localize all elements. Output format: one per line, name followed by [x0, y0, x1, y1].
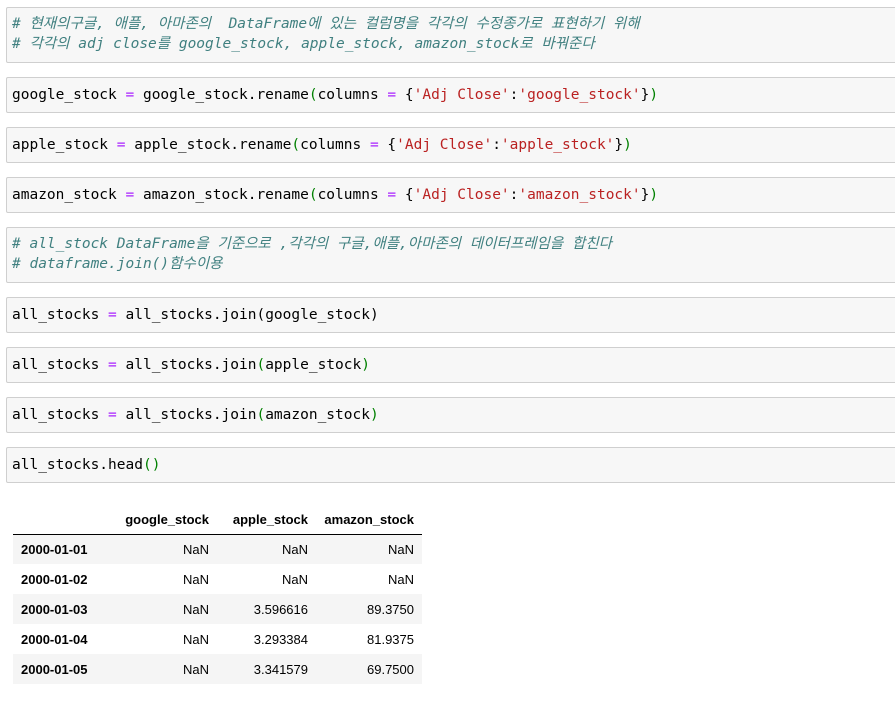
code-call: all_stocks.join — [125, 407, 257, 423]
code-brace: { — [404, 87, 414, 103]
code-operator: = — [108, 407, 117, 423]
table-cell: 3.596616 — [253, 601, 308, 617]
code-call: amazon_stock.rename — [142, 187, 309, 203]
code-argument: amazon_stock — [265, 407, 370, 423]
code-variable: google_stock — [12, 87, 117, 103]
code-brace: { — [387, 137, 397, 153]
code-operator: = — [387, 87, 397, 103]
table-header-row: google_stock apple_stock amazon_stock — [13, 504, 422, 535]
table-cell: NaN — [182, 541, 209, 557]
code-brace: { — [404, 187, 414, 203]
code-operator: = — [387, 187, 397, 203]
table-cell: NaN — [281, 571, 308, 587]
code-cell-join-amazon[interactable]: all_stocks = all_stocks.join(amazon_stoc… — [6, 397, 895, 433]
code-paren: ( — [142, 457, 152, 473]
code-paren: ) — [649, 87, 659, 103]
code-paren: ) — [151, 457, 161, 473]
code-cell-rename-amazon[interactable]: amazon_stock = amazon_stock.rename(colum… — [6, 177, 895, 213]
table-cell: 69.7500 — [367, 661, 414, 677]
code-paren: ( — [291, 137, 301, 153]
code-argument: columns — [300, 137, 362, 153]
code-variable: amazon_stock — [12, 187, 117, 203]
code-string: 'Adj Close' — [396, 137, 493, 153]
table-row: 2000-01-05 NaN 3.341579 69.7500 — [13, 654, 422, 684]
column-header: apple_stock — [217, 504, 316, 535]
code-string: 'amazon_stock' — [518, 187, 641, 203]
code-variable: all_stocks — [12, 407, 100, 423]
table-cell: NaN — [182, 571, 209, 587]
dataframe-output-table: google_stock apple_stock amazon_stock 20… — [13, 504, 422, 684]
code-string: 'google_stock' — [518, 87, 641, 103]
row-index: 2000-01-03 — [21, 601, 88, 617]
row-index: 2000-01-01 — [21, 541, 88, 557]
code-string: 'Adj Close' — [413, 87, 510, 103]
code-string: 'apple_stock' — [500, 137, 615, 153]
table-row: 2000-01-02 NaN NaN NaN — [13, 564, 422, 594]
code-cell-comment[interactable]: # all_stock DataFrame을 기준으로 ,각각의 구글,애플,아… — [6, 227, 895, 283]
code-operator: = — [116, 137, 126, 153]
code-cell-join-apple[interactable]: all_stocks = all_stocks.join(apple_stock… — [6, 347, 895, 383]
code-call: all_stocks.head — [12, 457, 143, 473]
code-brace: } — [614, 137, 624, 153]
column-header: amazon_stock — [316, 504, 422, 535]
comment-line: # 각각의 adj close를 google_stock, apple_sto… — [12, 36, 595, 52]
code-paren: ) — [649, 187, 659, 203]
code-cell-head[interactable]: all_stocks.head() — [6, 447, 895, 483]
comment-line: # all_stock DataFrame을 기준으로 ,각각의 구글,애플,아… — [12, 236, 612, 252]
table-cell: NaN — [182, 661, 209, 677]
row-index: 2000-01-04 — [21, 631, 88, 647]
code-operator: = — [125, 87, 135, 103]
code-paren: ) — [361, 357, 370, 373]
code-paren: ) — [369, 307, 379, 323]
table-row: 2000-01-01 NaN NaN NaN — [13, 534, 422, 564]
code-operator: = — [125, 187, 135, 203]
code-cell-comment[interactable]: # 현재의구글, 애플, 아마존의 DataFrame에 있는 컬럼명을 각각의… — [6, 7, 895, 63]
code-paren: ( — [308, 87, 318, 103]
code-operator: = — [369, 137, 379, 153]
column-header: google_stock — [110, 504, 217, 535]
table-cell: NaN — [281, 541, 308, 557]
table-row: 2000-01-03 NaN 3.596616 89.3750 — [13, 594, 422, 624]
table-cell: NaN — [387, 541, 414, 557]
table-row: 2000-01-04 NaN 3.293384 81.9375 — [13, 624, 422, 654]
table-cell: NaN — [182, 631, 209, 647]
table-cell: 81.9375 — [367, 631, 414, 647]
table-cell: NaN — [182, 601, 209, 617]
code-cell-join-google[interactable]: all_stocks = all_stocks.join(google_stoc… — [6, 297, 895, 333]
table-cell: 3.341579 — [253, 661, 308, 677]
code-paren: ( — [308, 187, 318, 203]
code-call: google_stock.rename — [142, 87, 309, 103]
code-colon: : — [492, 137, 501, 153]
code-string: 'Adj Close' — [413, 187, 510, 203]
row-index: 2000-01-02 — [21, 571, 88, 587]
code-variable: apple_stock — [12, 137, 109, 153]
code-call: all_stocks.join — [125, 357, 257, 373]
code-call: apple_stock.rename — [134, 137, 292, 153]
code-argument: apple_stock — [265, 357, 362, 373]
code-variable: all_stocks — [12, 357, 100, 373]
code-operator: = — [108, 307, 117, 323]
table-cell: 3.293384 — [253, 631, 308, 647]
comment-line: # dataframe.join()함수이용 — [12, 256, 223, 272]
code-argument: columns — [317, 187, 379, 203]
code-paren: ( — [256, 357, 266, 373]
comment-line: # 현재의구글, 애플, 아마존의 DataFrame에 있는 컬럼명을 각각의… — [12, 16, 640, 32]
index-header — [13, 504, 110, 535]
code-argument: columns — [317, 87, 379, 103]
code-variable: all_stocks — [12, 307, 100, 323]
code-cell-rename-google[interactable]: google_stock = google_stock.rename(colum… — [6, 77, 895, 113]
code-paren: ( — [256, 407, 266, 423]
row-index: 2000-01-05 — [21, 661, 88, 677]
code-paren: ) — [623, 137, 632, 153]
table-cell: NaN — [387, 571, 414, 587]
code-cell-rename-apple[interactable]: apple_stock = apple_stock.rename(columns… — [6, 127, 895, 163]
code-paren: ( — [256, 307, 266, 323]
table-cell: 89.3750 — [367, 601, 414, 617]
code-operator: = — [108, 357, 117, 373]
code-argument: google_stock — [265, 307, 370, 323]
code-call: all_stocks.join — [125, 307, 257, 323]
code-paren: ) — [369, 407, 379, 423]
